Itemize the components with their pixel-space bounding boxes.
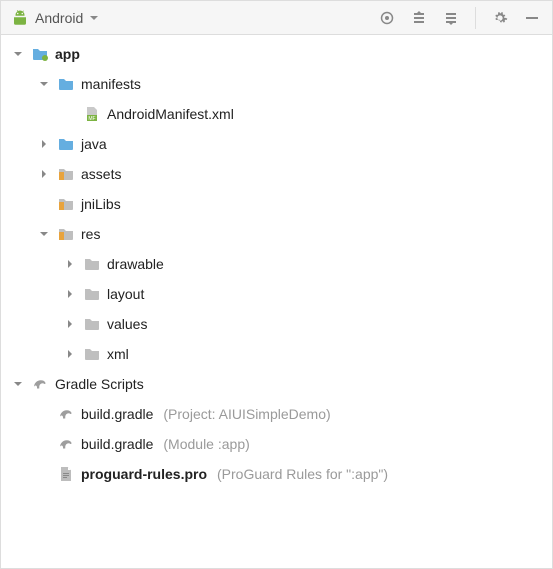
toggle-spacer bbox=[37, 467, 51, 481]
chevron-right-icon[interactable] bbox=[63, 287, 77, 301]
folder-icon bbox=[57, 135, 75, 153]
tree-node-layout[interactable]: layout bbox=[1, 279, 552, 309]
node-label: Gradle Scripts bbox=[55, 376, 144, 392]
tree-node-gradle-scripts[interactable]: Gradle Scripts bbox=[1, 369, 552, 399]
gradle-icon bbox=[31, 375, 49, 393]
chevron-down-icon[interactable] bbox=[37, 227, 51, 241]
settings-button[interactable] bbox=[488, 6, 512, 30]
node-label: manifests bbox=[81, 76, 141, 92]
node-label: res bbox=[81, 226, 100, 242]
tree-node-manifests[interactable]: manifests bbox=[1, 69, 552, 99]
node-label: assets bbox=[81, 166, 121, 182]
node-qualifier: (ProGuard Rules for ":app") bbox=[217, 466, 388, 482]
chevron-down-icon[interactable] bbox=[11, 377, 25, 391]
node-qualifier: (Project: AIUISimpleDemo) bbox=[163, 406, 330, 422]
file-icon bbox=[57, 465, 75, 483]
manifest-file-icon: MF bbox=[83, 105, 101, 123]
chevron-right-icon[interactable] bbox=[63, 317, 77, 331]
hide-button[interactable] bbox=[520, 6, 544, 30]
chevron-right-icon[interactable] bbox=[63, 257, 77, 271]
grey-folder-icon bbox=[83, 345, 101, 363]
grey-folder-icon bbox=[83, 285, 101, 303]
resource-folder-icon bbox=[57, 195, 75, 213]
tree-node-build-gradle-module[interactable]: build.gradle (Module :app) bbox=[1, 429, 552, 459]
chevron-right-icon[interactable] bbox=[37, 137, 51, 151]
node-label: AndroidManifest.xml bbox=[107, 106, 234, 122]
tree-node-jnilibs[interactable]: jniLibs bbox=[1, 189, 552, 219]
resource-folder-icon bbox=[57, 165, 75, 183]
tree-node-drawable[interactable]: drawable bbox=[1, 249, 552, 279]
grey-folder-icon bbox=[83, 315, 101, 333]
project-view-selector[interactable]: Android bbox=[11, 9, 369, 27]
node-label: app bbox=[55, 46, 80, 62]
gradle-icon bbox=[57, 405, 75, 423]
tree-node-java[interactable]: java bbox=[1, 129, 552, 159]
module-folder-icon bbox=[31, 45, 49, 63]
view-selector-label: Android bbox=[35, 10, 83, 26]
node-label: values bbox=[107, 316, 147, 332]
toggle-spacer bbox=[37, 437, 51, 451]
grey-folder-icon bbox=[83, 255, 101, 273]
gradle-icon bbox=[57, 435, 75, 453]
expand-all-button[interactable] bbox=[407, 6, 431, 30]
node-label: build.gradle bbox=[81, 436, 153, 452]
chevron-down-icon[interactable] bbox=[11, 47, 25, 61]
node-label: xml bbox=[107, 346, 129, 362]
tree-node-assets[interactable]: assets bbox=[1, 159, 552, 189]
svg-text:MF: MF bbox=[88, 116, 95, 122]
chevron-right-icon[interactable] bbox=[63, 347, 77, 361]
toggle-spacer bbox=[37, 407, 51, 421]
tree-node-build-gradle-project[interactable]: build.gradle (Project: AIUISimpleDemo) bbox=[1, 399, 552, 429]
toolbar-separator bbox=[475, 7, 476, 29]
select-opened-file-button[interactable] bbox=[375, 6, 399, 30]
node-label: proguard-rules.pro bbox=[81, 466, 207, 482]
tree-node-values[interactable]: values bbox=[1, 309, 552, 339]
toggle-spacer bbox=[37, 197, 51, 211]
resource-folder-icon bbox=[57, 225, 75, 243]
collapse-all-button[interactable] bbox=[439, 6, 463, 30]
node-label: java bbox=[81, 136, 107, 152]
node-label: layout bbox=[107, 286, 144, 302]
chevron-down-icon[interactable] bbox=[37, 77, 51, 91]
node-label: jniLibs bbox=[81, 196, 121, 212]
node-label: drawable bbox=[107, 256, 164, 272]
dropdown-arrow-icon bbox=[89, 10, 99, 26]
node-qualifier: (Module :app) bbox=[163, 436, 249, 452]
toggle-spacer bbox=[63, 107, 77, 121]
android-icon bbox=[11, 9, 29, 27]
tree-node-xml[interactable]: xml bbox=[1, 339, 552, 369]
folder-icon bbox=[57, 75, 75, 93]
node-label: build.gradle bbox=[81, 406, 153, 422]
chevron-right-icon[interactable] bbox=[37, 167, 51, 181]
tree-node-res[interactable]: res bbox=[1, 219, 552, 249]
tree-node-proguard[interactable]: proguard-rules.pro (ProGuard Rules for ":… bbox=[1, 459, 552, 489]
tree-node-manifest-xml[interactable]: MF AndroidManifest.xml bbox=[1, 99, 552, 129]
project-pane-toolbar: Android bbox=[1, 1, 552, 35]
project-tree[interactable]: appmanifests MF AndroidManifest.xmljava ass… bbox=[1, 35, 552, 497]
tree-node-app[interactable]: app bbox=[1, 39, 552, 69]
